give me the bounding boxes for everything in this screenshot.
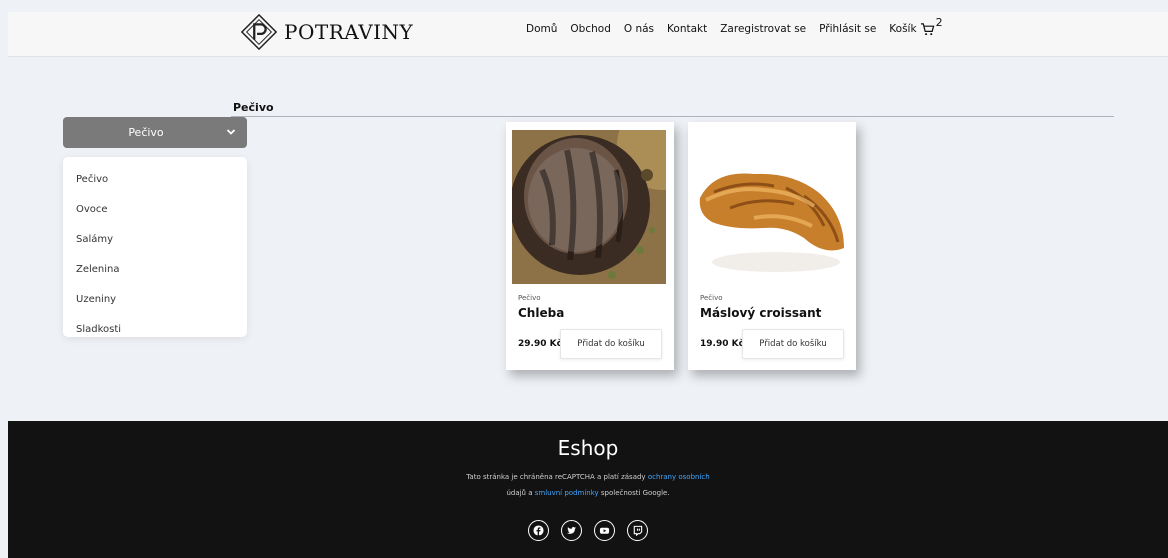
product-image-bread[interactable]	[512, 130, 666, 284]
product-card: Pečivo Chleba 29.90 Kč Přidat do košíku	[506, 122, 674, 370]
twitter-icon[interactable]	[561, 520, 582, 541]
add-to-cart-button[interactable]: Přidat do košíku	[742, 329, 844, 359]
cart-count-badge: 2	[935, 15, 943, 29]
product-category: Pečivo	[700, 294, 723, 302]
page-title: Pečivo	[233, 101, 274, 114]
recaptcha-text: Tato stránka je chráněna reCAPTCHA a pla…	[466, 473, 648, 481]
add-to-cart-button[interactable]: Přidat do košíku	[560, 329, 662, 359]
nav-home[interactable]: Domů	[526, 23, 557, 35]
main-nav: Domů Obchod O nás Kontakt Zaregistrovat …	[526, 16, 943, 36]
recaptcha-text: společnosti Google.	[598, 489, 670, 497]
category-select[interactable]: Pečivo	[63, 117, 247, 148]
recaptcha-notice-line1: Tato stránka je chráněna reCAPTCHA a pla…	[8, 473, 1168, 481]
category-dropdown-list: Pečivo Ovoce Salámy Zelenina Uzeniny Sla…	[63, 157, 247, 337]
cart-label: Košík	[889, 23, 917, 35]
facebook-icon[interactable]	[528, 520, 549, 541]
nav-contact[interactable]: Kontakt	[667, 23, 707, 35]
category-option-uzeniny[interactable]: Uzeniny	[63, 285, 247, 315]
recaptcha-text: údajů a	[506, 489, 535, 497]
youtube-icon[interactable]	[594, 520, 615, 541]
terms-link[interactable]: smluvní podmínky	[535, 489, 599, 497]
nav-login[interactable]: Přihlásit se	[819, 23, 876, 35]
site-logo[interactable]: POTRAVINY	[240, 12, 413, 52]
twitch-icon[interactable]	[627, 520, 648, 541]
social-links	[8, 520, 1168, 541]
product-name[interactable]: Máslový croissant	[700, 306, 821, 320]
nav-cart[interactable]: Košík 2	[889, 16, 943, 36]
product-image-croissant[interactable]	[694, 130, 848, 284]
site-header: POTRAVINY Domů Obchod O nás Kontakt Zare…	[8, 12, 1168, 57]
chevron-down-icon	[226, 129, 236, 135]
category-option-salamy[interactable]: Salámy	[63, 225, 247, 255]
nav-register[interactable]: Zaregistrovat se	[720, 23, 806, 35]
nav-about[interactable]: O nás	[624, 23, 654, 35]
cart-icon	[920, 23, 934, 36]
logo-icon	[240, 13, 278, 51]
category-option-pecivo[interactable]: Pečivo	[63, 165, 247, 195]
category-option-zelenina[interactable]: Zelenina	[63, 255, 247, 285]
site-footer: Eshop Tato stránka je chráněna reCAPTCHA…	[8, 421, 1168, 558]
nav-shop[interactable]: Obchod	[570, 23, 610, 35]
category-option-ovoce[interactable]: Ovoce	[63, 195, 247, 225]
category-option-sladkosti[interactable]: Sladkosti	[63, 315, 247, 345]
brand-name: POTRAVINY	[284, 20, 414, 44]
category-select-value: Pečivo	[128, 126, 164, 139]
title-divider	[231, 116, 1114, 117]
footer-title: Eshop	[557, 436, 619, 460]
product-price: 19.90 Kč	[700, 339, 744, 349]
product-card: Pečivo Máslový croissant 19.90 Kč Přidat…	[688, 122, 856, 370]
product-category: Pečivo	[518, 294, 541, 302]
product-price: 29.90 Kč	[518, 339, 562, 349]
recaptcha-notice-line2: údajů a smluvní podmínky společnosti Goo…	[8, 489, 1168, 497]
product-name[interactable]: Chleba	[518, 306, 564, 320]
privacy-policy-link[interactable]: ochrany osobních	[648, 473, 710, 481]
